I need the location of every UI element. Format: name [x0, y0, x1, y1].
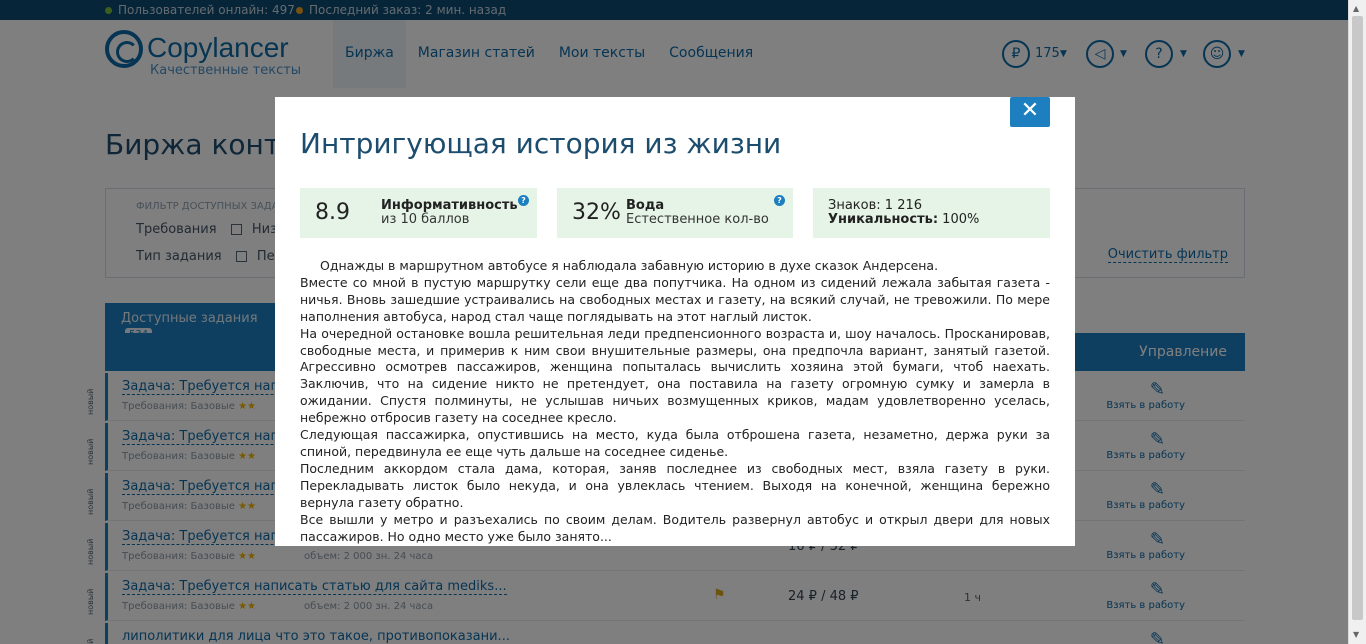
water-description: Естественное кол-во: [626, 212, 769, 227]
informativeness-card: 8.9 Информативность из 10 баллов ?: [300, 188, 537, 238]
close-icon: ✕: [1020, 98, 1040, 123]
chars-line: Знаков: 1 216: [828, 198, 922, 213]
article-paragraph: Все вышли у метро и разъехались по своим…: [300, 511, 1050, 544]
scroll-up-icon[interactable]: ▲: [1353, 4, 1359, 13]
article-paragraph: На очередной остановке вошла решительная…: [300, 325, 1050, 426]
informativeness-label: Информативность: [381, 198, 518, 213]
chars-value: 1 216: [884, 198, 923, 213]
help-icon[interactable]: ?: [518, 195, 529, 206]
scroll-down-icon[interactable]: ▼: [1353, 630, 1359, 639]
page-scrollbar[interactable]: ▲ ▼: [1348, 0, 1366, 644]
informativeness-value: 8.9: [315, 200, 350, 225]
stats-card: Знаков: 1 216 Уникальность: 100%: [813, 188, 1050, 238]
article-text: Однажды в маршрутном автобусе я наблюдал…: [300, 258, 1050, 545]
water-card: 32% Вода Естественное кол-во ?: [557, 188, 793, 238]
uniqueness-value: 100%: [942, 212, 980, 227]
article-paragraph: Последним аккордом стала дама, которая, …: [300, 460, 1050, 510]
article-paragraph: Вместе со мной в пустую маршрутку сели е…: [300, 274, 1050, 324]
informativeness-scale: из 10 баллов: [381, 212, 470, 227]
scroll-thumb[interactable]: [1352, 16, 1363, 620]
article-preview-modal: ✕ Интригующая история из жизни 8.9 Инфор…: [275, 97, 1075, 546]
uniqueness-label: Уникальность:: [828, 212, 939, 227]
water-value: 32%: [572, 200, 621, 225]
close-button[interactable]: ✕: [1010, 97, 1050, 127]
uniqueness-line: Уникальность: 100%: [828, 212, 979, 227]
help-icon[interactable]: ?: [774, 195, 785, 206]
article-paragraph: Следующая пассажирка, опустившись на мес…: [300, 427, 1050, 459]
article-paragraph: Однажды в маршрутном автобусе я наблюдал…: [320, 258, 939, 273]
water-label: Вода: [626, 198, 665, 213]
modal-title: Интригующая история из жизни: [300, 127, 782, 160]
chars-label: Знаков:: [828, 198, 881, 213]
